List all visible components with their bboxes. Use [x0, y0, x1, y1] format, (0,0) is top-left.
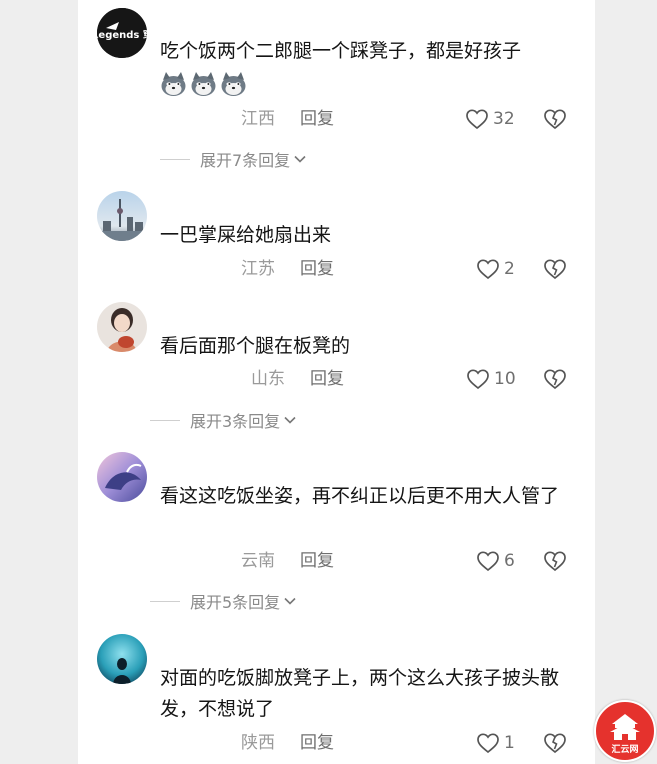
like-count: 1	[504, 733, 515, 753]
chevron-down-icon	[294, 155, 306, 163]
reply-button[interactable]: 回复	[310, 365, 344, 393]
dislike-button[interactable]	[543, 257, 567, 281]
location-label: 江苏	[241, 259, 275, 279]
husky-face-icon	[190, 71, 217, 98]
reply-button[interactable]: 回复	[300, 105, 334, 133]
like-button[interactable]: 1	[476, 729, 515, 757]
dislike-button[interactable]	[543, 367, 567, 391]
reply-button[interactable]: 回复	[300, 255, 334, 283]
chevron-down-icon	[284, 416, 296, 424]
broken-heart-icon	[544, 259, 566, 280]
location-label: 陕西	[241, 733, 275, 753]
like-button[interactable]: 32	[465, 105, 515, 133]
location-label: 江西	[241, 109, 275, 129]
broken-heart-icon	[544, 369, 566, 390]
husky-face-icon	[220, 71, 247, 98]
reply-button[interactable]: 回复	[300, 729, 334, 757]
heart-icon	[477, 551, 499, 572]
like-button[interactable]: 6	[476, 547, 515, 575]
avatar[interactable]	[97, 191, 147, 241]
divider-line	[150, 600, 180, 602]
comment-text: 一巴掌屎给她扇出来	[160, 224, 332, 246]
comment-meta: 云南 回复 6	[78, 547, 595, 575]
comment-text: 吃个饭两个二郎腿一个踩凳子，都是好孩子	[160, 40, 522, 62]
avatar-logo-text: Time Legends 穿越时代	[97, 28, 147, 41]
location-label: 云南	[241, 551, 275, 571]
divider-line	[160, 158, 190, 160]
chevron-down-icon	[284, 597, 296, 605]
like-count: 6	[504, 551, 515, 571]
like-button[interactable]: 2	[476, 255, 515, 283]
divider-line	[150, 419, 180, 421]
expand-replies-label: 展开7条回复	[200, 151, 291, 170]
watermark-text: 汇云网	[611, 743, 638, 755]
avatar[interactable]	[97, 302, 147, 352]
husky-face-icon	[160, 71, 187, 98]
broken-heart-icon	[544, 109, 566, 130]
expand-replies[interactable]: 展开5条回复	[150, 587, 297, 615]
emoji-row	[160, 71, 250, 99]
watermark-logo: 汇云网	[594, 700, 656, 762]
comment-panel: Time Legends 穿越时代 吃个饭两个二郎腿一个踩凳子，都是好孩子	[78, 0, 595, 764]
reply-button[interactable]: 回复	[300, 547, 334, 575]
heart-icon	[467, 369, 489, 390]
dislike-button[interactable]	[543, 731, 567, 755]
comment-meta: 陕西 回复 1	[78, 729, 595, 757]
broken-heart-icon	[544, 733, 566, 754]
heart-icon	[477, 259, 499, 280]
expand-replies-label: 展开3条回复	[190, 412, 281, 431]
expand-replies[interactable]: 展开3条回复	[150, 406, 297, 434]
location-label: 山东	[251, 369, 285, 389]
avatar[interactable]	[97, 634, 147, 684]
comment-text: 看后面那个腿在板凳的	[160, 335, 351, 357]
like-count: 2	[504, 259, 515, 279]
comment-meta: 江西 回复 32	[78, 105, 595, 133]
like-count: 32	[493, 109, 515, 129]
comment-text: 看这这吃饭坐姿，再不纠正以后更不用大人管了	[160, 485, 560, 507]
avatar[interactable]	[97, 452, 147, 502]
like-button[interactable]: 10	[466, 365, 516, 393]
expand-replies-label: 展开5条回复	[190, 593, 281, 612]
avatar[interactable]: Time Legends 穿越时代	[97, 8, 147, 58]
comment-meta: 江苏 回复 2	[78, 255, 595, 283]
heart-icon	[466, 109, 488, 130]
dislike-button[interactable]	[543, 107, 567, 131]
comment-meta: 山东 回复 10	[78, 365, 595, 393]
broken-heart-icon	[544, 551, 566, 572]
comment-text: 对面的吃饭脚放凳子上，两个这么大孩子披头散发，不想说了	[160, 667, 560, 720]
expand-replies[interactable]: 展开7条回复	[160, 145, 307, 173]
heart-icon	[477, 733, 499, 754]
dislike-button[interactable]	[543, 549, 567, 573]
like-count: 10	[494, 369, 516, 389]
